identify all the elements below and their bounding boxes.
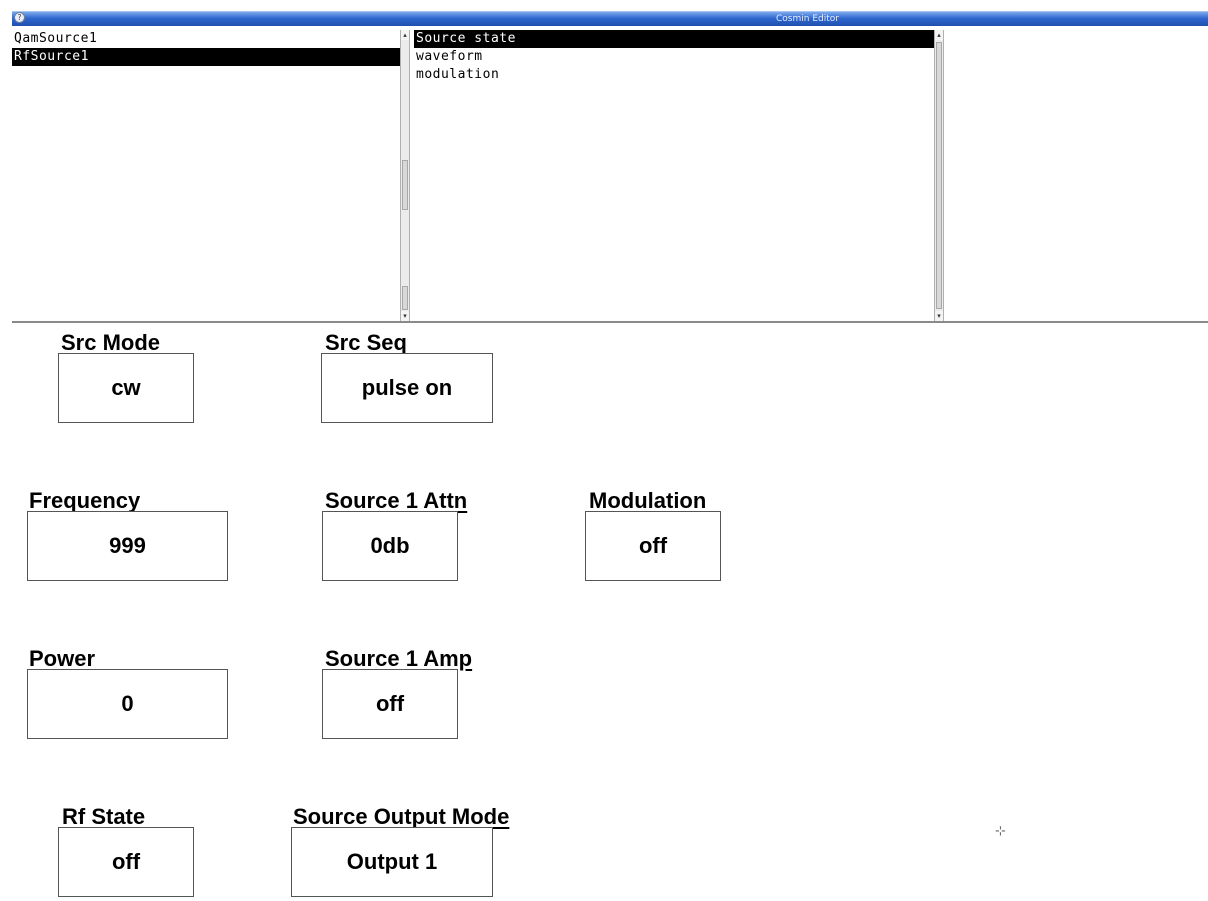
list-item-waveform[interactable]: waveform: [414, 48, 934, 66]
modulation-field[interactable]: off: [585, 511, 721, 581]
rf-state-label: Rf State: [62, 804, 146, 829]
rf-state-field[interactable]: off: [58, 827, 194, 897]
source-output-mode-field[interactable]: Output 1: [291, 827, 493, 897]
frequency-field[interactable]: 999: [27, 511, 228, 581]
power-label: Power: [29, 646, 96, 671]
src-seq-label: Src Seq: [325, 330, 407, 355]
crosshair-cursor-icon: ⊹: [995, 824, 1006, 839]
modulation-label: Modulation: [589, 488, 707, 513]
source1-attn-field[interactable]: 0db: [322, 511, 458, 581]
list-item-rfsource1[interactable]: RfSource1: [12, 48, 400, 66]
scroll-thumb[interactable]: [936, 42, 942, 309]
scroll-down-arrow-icon[interactable]: ▾: [401, 311, 409, 321]
src-mode-label: Src Mode: [61, 330, 161, 355]
scroll-thumb[interactable]: [402, 160, 408, 210]
categories-listbox[interactable]: Source state waveform modulation: [414, 30, 934, 320]
sources-listbox[interactable]: QamSource1 RfSource1: [12, 30, 400, 320]
scroll-up-arrow-icon[interactable]: ▴: [401, 30, 409, 40]
panel-divider: [12, 321, 1208, 323]
window-titlebar[interactable]: ? Cosmin Editor: [12, 11, 1208, 26]
list-item-qamsource1[interactable]: QamSource1: [12, 30, 400, 48]
scroll-up-arrow-icon[interactable]: ▴: [935, 30, 943, 40]
list-item-modulation[interactable]: modulation: [414, 66, 934, 84]
list-item-source-state[interactable]: Source state: [414, 30, 934, 48]
window-title: Cosmin Editor: [776, 14, 839, 24]
categories-scrollbar[interactable]: ▴ ▾: [934, 30, 944, 321]
scroll-down-arrow-icon[interactable]: ▾: [935, 311, 943, 321]
source-output-mode-label: Source Output Mode: [293, 804, 510, 829]
scroll-thumb-lower[interactable]: [402, 286, 408, 310]
src-seq-field[interactable]: pulse on: [321, 353, 493, 423]
src-mode-field[interactable]: cw: [58, 353, 194, 423]
source1-attn-label: Source 1 Attn: [325, 488, 468, 513]
frequency-label: Frequency: [29, 488, 141, 513]
source1-amp-label: Source 1 Amp: [325, 646, 473, 671]
power-field[interactable]: 0: [27, 669, 228, 739]
sources-scrollbar[interactable]: ▴ ▾: [400, 30, 410, 321]
source1-amp-field[interactable]: off: [322, 669, 458, 739]
